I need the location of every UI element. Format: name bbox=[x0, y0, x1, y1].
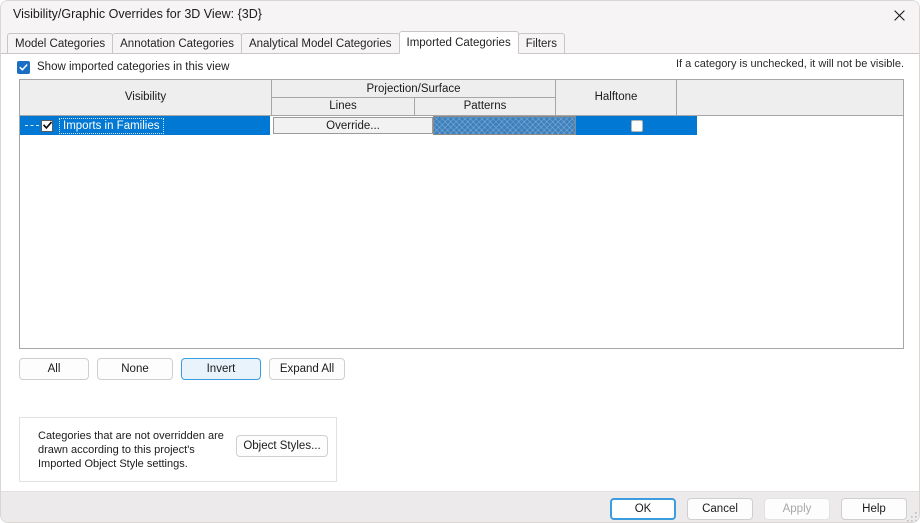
expand-all-button[interactable]: Expand All bbox=[269, 358, 345, 380]
row-halftone-checkbox[interactable] bbox=[630, 119, 643, 132]
row-lines-override-button[interactable]: Override... bbox=[273, 117, 433, 134]
column-header-visibility[interactable]: Visibility bbox=[20, 80, 271, 114]
select-none-button[interactable]: None bbox=[97, 358, 173, 380]
tab-imported-categories[interactable]: Imported Categories bbox=[398, 31, 519, 54]
visibility-graphic-overrides-dialog: Visibility/Graphic Overrides for 3D View… bbox=[0, 0, 920, 523]
header-divider-3 bbox=[555, 80, 556, 115]
dialog-footer: OK Cancel Apply Help bbox=[1, 491, 919, 522]
categories-table: Visibility Projection/Surface Lines Patt… bbox=[19, 79, 904, 349]
column-header-patterns[interactable]: Patterns bbox=[415, 98, 555, 114]
close-button[interactable] bbox=[877, 1, 919, 29]
column-header-lines[interactable]: Lines bbox=[272, 98, 414, 114]
selection-button-row: All None Invert Expand All bbox=[19, 358, 345, 380]
tab-model-categories[interactable]: Model Categories bbox=[7, 33, 114, 54]
object-style-note-panel: Categories that are not overridden are d… bbox=[19, 417, 337, 482]
column-header-filler bbox=[677, 80, 903, 114]
header-divider-2 bbox=[414, 97, 415, 115]
select-all-button[interactable]: All bbox=[19, 358, 89, 380]
tab-filters[interactable]: Filters bbox=[517, 33, 566, 54]
help-button[interactable]: Help bbox=[841, 498, 907, 520]
show-imported-categories-label: Show imported categories in this view bbox=[37, 61, 230, 73]
row-visibility-checkbox[interactable] bbox=[41, 119, 53, 132]
visibility-hint-text: If a category is unchecked, it will not … bbox=[675, 58, 904, 70]
row-halftone-cell[interactable] bbox=[576, 116, 697, 135]
column-header-projection-surface: Projection/Surface bbox=[272, 80, 555, 97]
object-styles-button[interactable]: Object Styles... bbox=[236, 435, 328, 457]
row-category-name: Imports in Families bbox=[59, 117, 164, 134]
object-style-note-text: Categories that are not overridden are d… bbox=[38, 430, 224, 470]
header-group-divider bbox=[272, 97, 555, 98]
tab-analytical-model-categories[interactable]: Analytical Model Categories bbox=[240, 33, 400, 54]
close-icon bbox=[893, 9, 905, 21]
invert-selection-button[interactable]: Invert bbox=[181, 358, 261, 380]
column-header-halftone[interactable]: Halftone bbox=[556, 80, 676, 114]
row-visibility-cell[interactable]: Imports in Families bbox=[20, 116, 270, 135]
show-imported-categories-row[interactable]: Show imported categories in this view bbox=[17, 58, 229, 76]
tab-strip: Model Categories Annotation Categories A… bbox=[1, 29, 919, 54]
footer-button-row: OK Cancel Apply Help bbox=[610, 498, 907, 520]
resize-grip-icon[interactable] bbox=[906, 511, 918, 522]
table-header: Visibility Projection/Surface Lines Patt… bbox=[20, 80, 903, 116]
tree-indent-icon bbox=[25, 124, 39, 127]
cancel-button[interactable]: Cancel bbox=[687, 498, 753, 520]
title-bar: Visibility/Graphic Overrides for 3D View… bbox=[1, 1, 919, 30]
table-body: Imports in Families Override... bbox=[20, 116, 903, 348]
dialog-title: Visibility/Graphic Overrides for 3D View… bbox=[13, 7, 262, 21]
tab-annotation-categories[interactable]: Annotation Categories bbox=[112, 33, 242, 54]
header-divider-4 bbox=[676, 80, 677, 115]
ok-button[interactable]: OK bbox=[610, 498, 676, 520]
row-patterns-cell[interactable] bbox=[433, 116, 576, 135]
table-row[interactable]: Imports in Families Override... bbox=[20, 116, 903, 135]
tab-content-imported-categories: Show imported categories in this view If… bbox=[1, 54, 919, 491]
show-imported-categories-checkbox[interactable] bbox=[17, 60, 30, 74]
apply-button: Apply bbox=[764, 498, 830, 520]
